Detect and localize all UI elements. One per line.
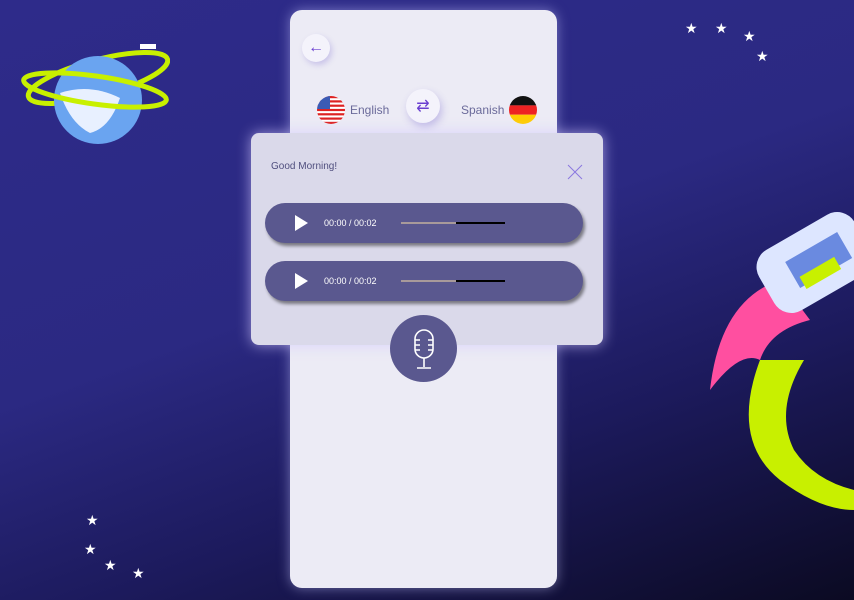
stars-top-right: ★ ★ ★★: [685, 20, 769, 64]
play-icon[interactable]: [295, 273, 308, 289]
back-button[interactable]: ←: [302, 34, 330, 62]
svg-text:★: ★: [743, 28, 756, 44]
audio-seek-bar[interactable]: [401, 222, 505, 224]
svg-text:★: ★: [84, 541, 97, 557]
close-icon[interactable]: [567, 164, 583, 180]
source-language[interactable]: English: [317, 96, 389, 124]
target-language-label: Spanish: [461, 103, 505, 117]
translation-modal: Good Morning! 00:00 / 00:02 00:00 / 00:0…: [251, 133, 603, 345]
stars-bottom-left: ★ ★ ★ ★: [84, 512, 145, 581]
seek-fill: [401, 280, 457, 282]
svg-text:★: ★: [715, 20, 728, 36]
svg-text:★: ★: [756, 48, 769, 64]
globe-illustration: [21, 44, 170, 144]
german-flag-icon: [509, 96, 538, 124]
svg-text:★: ★: [132, 565, 145, 581]
microphone-button[interactable]: [390, 315, 457, 382]
target-language[interactable]: Spanish: [461, 96, 538, 124]
svg-text:★: ★: [685, 20, 698, 36]
source-language-label: English: [350, 103, 390, 117]
audio-time: 00:00 / 00:02: [324, 218, 377, 228]
svg-text:★: ★: [104, 557, 117, 573]
svg-text:★: ★: [86, 512, 99, 528]
audio-player: 00:00 / 00:02: [265, 203, 583, 243]
swap-arrows-icon: ⇄: [416, 98, 430, 115]
play-icon[interactable]: [295, 215, 308, 231]
audio-player: 00:00 / 00:02: [265, 261, 583, 301]
audio-seek-bar[interactable]: [401, 280, 505, 282]
us-flag-icon: [317, 96, 345, 124]
rocket-illustration: [710, 212, 854, 510]
audio-time: 00:00 / 00:02: [324, 276, 377, 286]
microphone-icon: [413, 328, 434, 369]
swap-languages-button[interactable]: ⇄: [406, 89, 440, 123]
seek-fill: [401, 222, 457, 224]
arrow-left-icon: ←: [308, 39, 324, 56]
modal-title: Good Morning!: [271, 161, 338, 172]
